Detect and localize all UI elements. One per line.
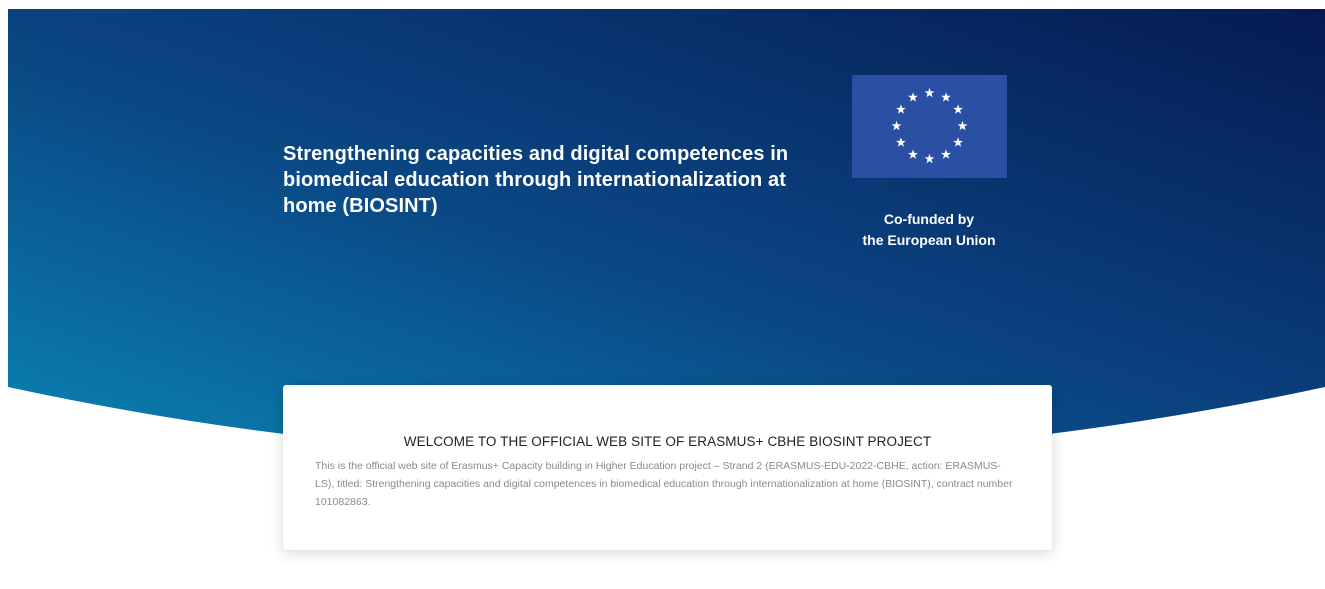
hero-banner: Strengthening capacities and digital com…	[8, 9, 1325, 439]
welcome-heading: WELCOME TO THE OFFICIAL WEB SITE OF ERAS…	[403, 434, 932, 449]
welcome-text: This is the official web site of Erasmus…	[315, 460, 1013, 508]
eu-star-icon	[953, 137, 964, 147]
eu-flag-icon	[852, 75, 1007, 178]
eu-star-icon	[895, 137, 906, 147]
eu-star-icon	[895, 104, 906, 114]
eu-star-icon	[941, 149, 951, 159]
eu-star-icon	[891, 120, 902, 131]
co-funded-line-1: Co-funded by	[883, 211, 975, 227]
welcome-card: WELCOME TO THE OFFICIAL WEB SITE OF ERAS…	[283, 385, 1052, 550]
eu-star-icon	[957, 120, 968, 131]
co-funded-line-2: the European Union	[862, 232, 996, 248]
co-funded-caption: Co-funded by the European Union	[829, 209, 1029, 251]
eu-star-icon	[924, 153, 935, 164]
eu-star-icon	[941, 92, 951, 102]
eu-star-icon	[908, 149, 918, 159]
eu-star-icon	[924, 87, 935, 98]
eu-stars-icon	[891, 87, 968, 164]
page: Strengthening capacities and digital com…	[0, 0, 1325, 589]
hero-background	[8, 9, 1325, 439]
eu-star-icon	[908, 92, 918, 102]
page-title: Strengthening capacities and digital com…	[283, 143, 789, 217]
eu-star-icon	[953, 104, 964, 114]
